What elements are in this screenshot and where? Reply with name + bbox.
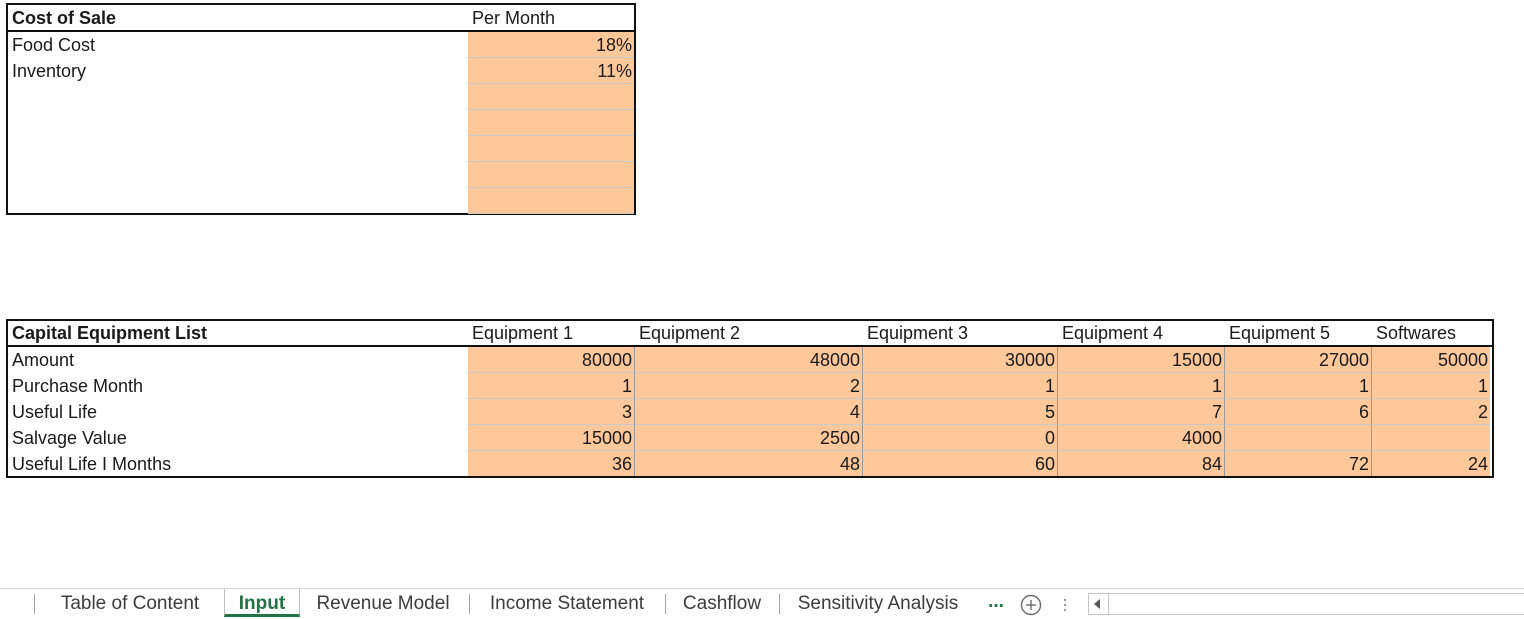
equipment-value-cell[interactable]: 5 xyxy=(863,399,1058,425)
vertical-ellipsis-icon[interactable] xyxy=(1062,597,1068,613)
equipment-column-header[interactable]: Equipment 2 xyxy=(635,320,863,346)
equipment-value-cell[interactable]: 4000 xyxy=(1058,425,1225,451)
cost-of-sale-row-label[interactable]: Food Cost xyxy=(8,32,468,58)
equipment-value-cell[interactable]: 2 xyxy=(635,373,863,399)
equipment-value-cell[interactable]: 60 xyxy=(863,451,1058,476)
equipment-row-label[interactable]: Useful Life I Months xyxy=(8,451,468,477)
equipment-value-cell[interactable]: 36 xyxy=(468,451,635,476)
equipment-value-cell[interactable]: 80000 xyxy=(468,347,635,373)
equipment-value-cell[interactable]: 3 xyxy=(468,399,635,425)
sheet-tab-bar: Table of Content Input Revenue Model Inc… xyxy=(0,588,1524,617)
cost-of-sale-row-value[interactable] xyxy=(468,84,634,110)
cost-of-sale-row-label[interactable] xyxy=(8,188,468,214)
cost-of-sale-row-label[interactable] xyxy=(8,136,468,162)
cost-of-sale-row-value[interactable]: 18% xyxy=(468,32,634,58)
add-sheet-icon[interactable] xyxy=(1020,594,1042,616)
equipment-value-cell[interactable]: 2500 xyxy=(635,425,863,451)
cost-of-sale-row-value[interactable]: 11% xyxy=(468,58,634,84)
cost-of-sale-row-value[interactable] xyxy=(468,136,634,162)
equipment-value-cell[interactable]: 7 xyxy=(1058,399,1225,425)
more-tabs-button[interactable]: ... xyxy=(984,589,1008,617)
equipment-row-label[interactable]: Purchase Month xyxy=(8,373,468,399)
equipment-row-label[interactable]: Amount xyxy=(8,347,468,373)
equipment-value-cell[interactable]: 1 xyxy=(863,373,1058,399)
tab-income-statement[interactable]: Income Statement xyxy=(470,589,664,617)
equipment-value-cell[interactable]: 50000 xyxy=(1372,347,1490,373)
equipment-value-cell[interactable]: 48000 xyxy=(635,347,863,373)
cost-of-sale-row-value[interactable] xyxy=(468,188,634,214)
equipment-column-header[interactable]: Softwares xyxy=(1372,320,1492,346)
scrollbar-divider xyxy=(1108,594,1109,614)
equipment-value-cell[interactable]: 1 xyxy=(468,373,635,399)
equipment-value-cell[interactable]: 24 xyxy=(1372,451,1490,476)
equipment-value-cell[interactable] xyxy=(1372,425,1490,451)
tab-sensitivity-analysis[interactable]: Sensitivity Analysis xyxy=(780,589,976,617)
tab-cashflow[interactable]: Cashflow xyxy=(666,589,778,617)
tab-table-of-content[interactable]: Table of Content xyxy=(36,589,224,617)
tab-input[interactable]: Input xyxy=(224,589,300,617)
tab-separator xyxy=(34,594,35,614)
equipment-value-cell[interactable]: 15000 xyxy=(1058,347,1225,373)
equipment-value-cell[interactable]: 27000 xyxy=(1225,347,1372,373)
cost-of-sale-row-label[interactable] xyxy=(8,84,468,110)
equipment-value-cell[interactable]: 1 xyxy=(1058,373,1225,399)
capital-equipment-title[interactable]: Capital Equipment List xyxy=(8,320,468,346)
equipment-value-cell[interactable]: 1 xyxy=(1372,373,1490,399)
cost-of-sale-title[interactable]: Cost of Sale xyxy=(8,5,468,31)
cost-of-sale-row-value[interactable] xyxy=(468,162,634,188)
equipment-value-cell[interactable]: 6 xyxy=(1225,399,1372,425)
cost-of-sale-row-label[interactable] xyxy=(8,110,468,136)
equipment-row-label[interactable]: Useful Life xyxy=(8,399,468,425)
horizontal-scrollbar[interactable] xyxy=(1088,593,1524,615)
equipment-value-cell[interactable]: 2 xyxy=(1372,399,1490,425)
equipment-value-cell[interactable]: 4 xyxy=(635,399,863,425)
equipment-value-cell[interactable]: 0 xyxy=(863,425,1058,451)
equipment-value-cell[interactable] xyxy=(1225,425,1372,451)
cost-of-sale-row-label[interactable]: Inventory xyxy=(8,58,468,84)
equipment-value-cell[interactable]: 1 xyxy=(1225,373,1372,399)
equipment-value-cell[interactable]: 15000 xyxy=(468,425,635,451)
equipment-value-cell[interactable]: 72 xyxy=(1225,451,1372,476)
per-month-header[interactable]: Per Month xyxy=(468,5,634,31)
cost-of-sale-row-label[interactable] xyxy=(8,162,468,188)
cost-of-sale-row-value[interactable] xyxy=(468,110,634,136)
equipment-value-cell[interactable]: 30000 xyxy=(863,347,1058,373)
scroll-left-arrow-icon[interactable] xyxy=(1092,598,1102,610)
equipment-column-header[interactable]: Equipment 1 xyxy=(468,320,635,346)
equipment-value-cell[interactable]: 84 xyxy=(1058,451,1225,476)
equipment-value-cell[interactable]: 48 xyxy=(635,451,863,476)
equipment-column-header[interactable]: Equipment 5 xyxy=(1225,320,1372,346)
equipment-column-header[interactable]: Equipment 3 xyxy=(863,320,1058,346)
equipment-column-header[interactable]: Equipment 4 xyxy=(1058,320,1225,346)
equipment-row-label[interactable]: Salvage Value xyxy=(8,425,468,451)
tab-revenue-model[interactable]: Revenue Model xyxy=(300,589,466,617)
